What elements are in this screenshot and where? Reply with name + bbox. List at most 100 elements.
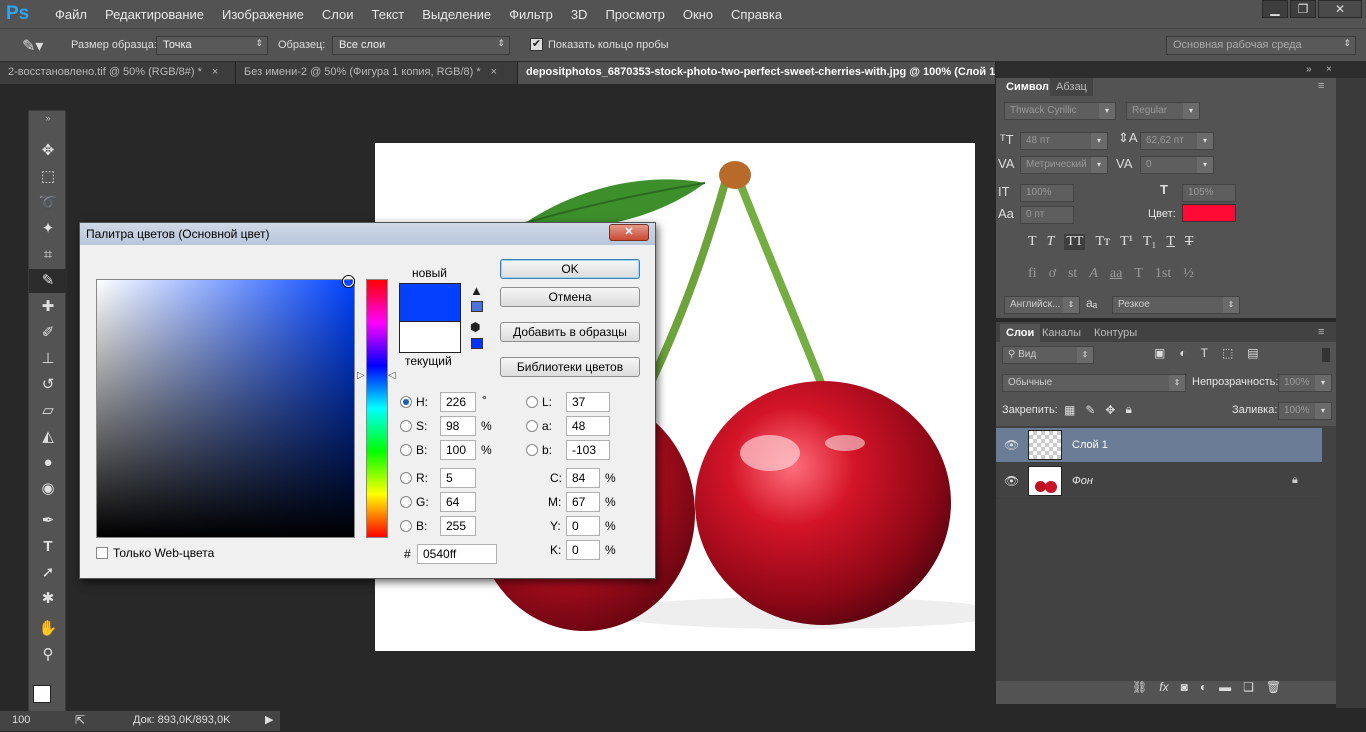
restore-button[interactable]: ❐ <box>1290 0 1316 18</box>
share-icon[interactable]: ⇱ <box>75 713 85 727</box>
trash-icon[interactable]: 🗑︎ <box>1266 680 1281 694</box>
shape-tool-icon[interactable]: ✱ <box>29 587 67 611</box>
stamp-tool-icon[interactable]: ⊥ <box>29 347 67 371</box>
new-group-icon[interactable]: ▬ <box>1219 680 1231 694</box>
dodge-tool-icon[interactable]: ◉ <box>29 477 67 501</box>
layer-name[interactable]: Слой 1 <box>1072 439 1108 451</box>
blue-field[interactable]: 255 <box>440 516 476 536</box>
eyedropper-tool-icon[interactable]: ✎ <box>29 269 67 293</box>
language-select[interactable]: Английск... ⇕ <box>1004 296 1080 314</box>
minimize-button[interactable]: ▁ <box>1262 0 1288 18</box>
menu-type[interactable]: Текст <box>363 7 414 22</box>
path-select-tool-icon[interactable]: ➚ <box>29 561 67 585</box>
eyedropper-tool-icon[interactable]: ✎▾ <box>22 36 43 56</box>
stylistic-icon[interactable]: A <box>1089 266 1098 282</box>
hue-slider[interactable] <box>366 279 388 538</box>
close-icon[interactable]: ✕ <box>609 224 649 241</box>
menu-layers[interactable]: Слои <box>313 7 363 22</box>
tab-doc-3[interactable]: depositphotos_6870353-stock-photo-two-pe… <box>518 62 996 84</box>
tab-paragraph[interactable]: Абзац <box>1050 78 1093 96</box>
color-field[interactable] <box>96 276 355 538</box>
tab-doc-1[interactable]: 2-восстановлено.tif @ 50% (RGB/8#) * × <box>0 62 236 84</box>
lab-b-radio[interactable] <box>526 444 538 456</box>
blur-tool-icon[interactable]: ● <box>29 451 67 475</box>
menu-file[interactable]: Файл <box>46 7 96 22</box>
tab-paths[interactable]: Контуры <box>1088 324 1143 342</box>
g-radio[interactable] <box>400 496 412 508</box>
baseline-field[interactable]: 0 пт <box>1020 206 1074 224</box>
move-tool-icon[interactable]: ✥ <box>29 139 67 163</box>
workspace-select[interactable]: Основная рабочая среда ⇕ <box>1166 36 1356 55</box>
new-layer-icon[interactable]: ❑ <box>1243 680 1254 694</box>
brush-tool-icon[interactable]: ✐ <box>29 321 67 345</box>
menu-3d[interactable]: 3D <box>562 7 597 22</box>
g-field[interactable]: 64 <box>440 492 476 512</box>
a-field[interactable]: 48 <box>566 416 610 436</box>
opacity-field[interactable]: 100% ▾ <box>1278 374 1332 392</box>
layer-row[interactable]: 👁︎ Фон 🔒︎ <box>996 464 1322 499</box>
menu-image[interactable]: Изображение <box>213 7 313 22</box>
marquee-tool-icon[interactable]: ⬚ <box>29 165 67 189</box>
filter-toggle[interactable] <box>1322 348 1330 362</box>
hand-tool-icon[interactable]: ✋ <box>29 617 67 641</box>
menu-edit[interactable]: Редактирование <box>96 7 213 22</box>
visibility-eye-icon[interactable]: 👁︎ <box>1004 474 1019 488</box>
all-caps-icon[interactable]: TT <box>1064 234 1086 250</box>
old-style-icon[interactable]: ơ <box>1049 266 1056 282</box>
filter-shape-icon[interactable]: ⬚ <box>1222 346 1233 360</box>
color-picker-cursor[interactable] <box>343 276 354 287</box>
crop-tool-icon[interactable]: ⌗ <box>29 243 67 267</box>
font-family-select[interactable]: Thwack Cyrillic ▾ <box>1004 102 1116 120</box>
filter-adjustment-icon[interactable]: ◐ <box>1179 346 1186 360</box>
faux-bold-icon[interactable]: T <box>1028 234 1037 250</box>
lock-all-icon[interactable]: 🔒︎ <box>1125 402 1131 417</box>
swash-icon[interactable]: st <box>1068 266 1077 282</box>
b-radio[interactable] <box>400 444 412 456</box>
show-ring-checkbox[interactable]: ✔ <box>530 38 543 51</box>
font-size-select[interactable]: 48 пт ▾ <box>1020 132 1108 150</box>
layer-name[interactable]: Фон <box>1072 475 1093 487</box>
superscript-icon[interactable]: T¹ <box>1120 234 1133 250</box>
leading-select[interactable]: 62,62 пт ▾ <box>1140 132 1214 150</box>
menu-window[interactable]: Окно <box>674 7 722 22</box>
color-libraries-button[interactable]: Библиотеки цветов <box>500 357 640 377</box>
k-field[interactable]: 0 <box>566 540 600 560</box>
lock-position-icon[interactable]: ✥ <box>1105 403 1115 417</box>
text-color-swatch[interactable] <box>1182 204 1236 222</box>
m-field[interactable]: 67 <box>566 492 600 512</box>
history-brush-tool-icon[interactable]: ↺ <box>29 373 67 397</box>
lock-pixels-icon[interactable]: ✎ <box>1085 403 1095 417</box>
r-field[interactable]: 5 <box>440 468 476 488</box>
close-window-button[interactable]: ✕ <box>1318 0 1362 18</box>
s-radio[interactable] <box>400 420 412 432</box>
zoom-level[interactable]: 100 <box>12 714 30 726</box>
l-field[interactable]: 37 <box>566 392 610 412</box>
tab-character[interactable]: Символ <box>1000 78 1055 96</box>
cancel-button[interactable]: Отмена <box>500 287 640 307</box>
lasso-tool-icon[interactable]: ➰ <box>29 191 67 215</box>
tab-layers[interactable]: Слои <box>1000 324 1041 342</box>
close-icon[interactable]: × <box>212 66 218 78</box>
menu-select[interactable]: Выделение <box>413 7 500 22</box>
web-safe-swatch[interactable] <box>471 338 483 349</box>
close-icon[interactable]: × <box>491 66 497 78</box>
faux-italic-icon[interactable]: T <box>1047 234 1055 250</box>
small-caps-icon[interactable]: Tт <box>1095 234 1110 250</box>
ordinals-icon[interactable]: 1st <box>1155 266 1171 282</box>
collapse-icon[interactable]: » <box>1306 64 1312 75</box>
h-field[interactable]: 226 <box>440 392 476 412</box>
layer-row[interactable]: 👁︎ Слой 1 <box>996 428 1322 463</box>
horizontal-scale-field[interactable]: 105% <box>1182 184 1236 202</box>
pen-tool-icon[interactable]: ✒ <box>29 509 67 533</box>
subscript-icon[interactable]: T₁ <box>1143 234 1156 250</box>
tab-doc-2[interactable]: Без имени-2 @ 50% (Фигура 1 копия, RGB/8… <box>236 62 518 84</box>
r-radio[interactable] <box>400 472 412 484</box>
collapse-icon[interactable]: » <box>29 111 67 125</box>
fx-icon[interactable]: fx <box>1159 680 1168 694</box>
menu-filter[interactable]: Фильтр <box>500 7 562 22</box>
web-cube-icon[interactable]: ⬢ <box>470 320 480 334</box>
kerning-select[interactable]: Метрический ▾ <box>1020 156 1108 174</box>
tracking-select[interactable]: 0 ▾ <box>1140 156 1214 174</box>
play-icon[interactable]: ▶ <box>265 713 273 726</box>
type-tool-icon[interactable]: T <box>29 535 67 559</box>
